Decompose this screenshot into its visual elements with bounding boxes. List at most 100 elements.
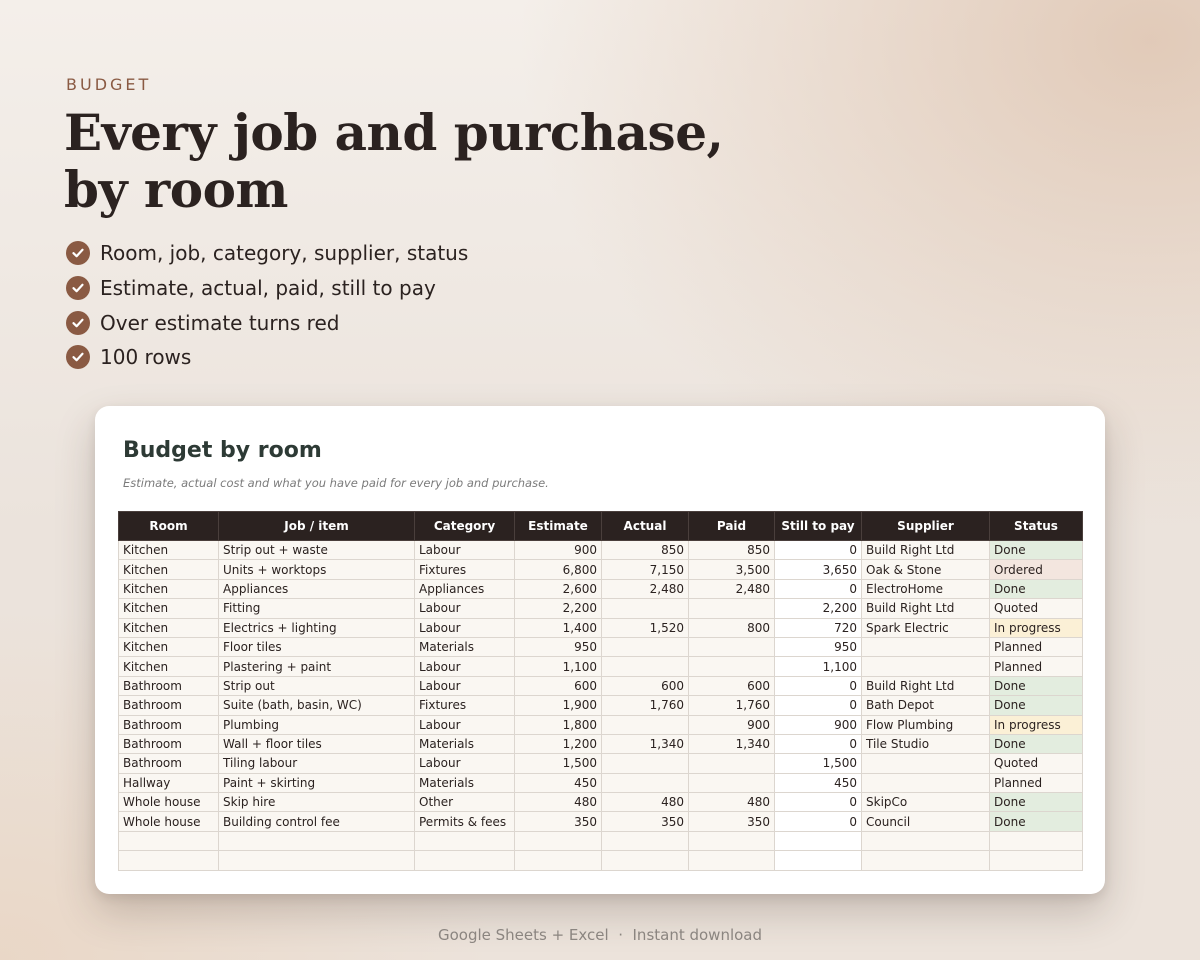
table-cell[interactable]: 1,100: [514, 656, 602, 677]
table-cell[interactable]: 0: [774, 733, 862, 755]
table-cell[interactable]: Bathroom: [118, 733, 219, 755]
table-cell[interactable]: Ordered: [989, 559, 1083, 580]
table-cell[interactable]: [601, 636, 689, 658]
table-cell[interactable]: Kitchen: [118, 539, 219, 561]
table-cell[interactable]: [861, 753, 990, 774]
table-cell[interactable]: Labour: [414, 617, 515, 638]
table-cell[interactable]: 350: [688, 811, 775, 832]
table-cell[interactable]: 1,340: [688, 733, 775, 755]
table-cell[interactable]: Spark Electric: [861, 617, 990, 638]
table-cell[interactable]: Labour: [414, 714, 515, 735]
table-cell[interactable]: 480: [688, 792, 775, 813]
table-cell[interactable]: Wall + floor tiles: [218, 733, 415, 755]
table-cell[interactable]: [601, 830, 689, 852]
table-cell[interactable]: Done: [989, 539, 1083, 561]
table-cell[interactable]: 2,600: [514, 578, 602, 600]
table-cell[interactable]: Build Right Ltd: [861, 675, 990, 697]
table-cell[interactable]: 600: [601, 675, 689, 697]
table-cell[interactable]: 0: [774, 811, 862, 832]
table-cell[interactable]: 2,480: [601, 578, 689, 600]
table-cell[interactable]: Plastering + paint: [218, 656, 415, 677]
column-header[interactable]: Estimate: [514, 511, 602, 541]
table-cell[interactable]: Fitting: [218, 598, 415, 619]
table-cell[interactable]: [774, 850, 862, 871]
table-cell[interactable]: Fixtures: [414, 559, 515, 580]
table-cell[interactable]: [218, 850, 415, 871]
table-cell[interactable]: Bathroom: [118, 675, 219, 697]
table-cell[interactable]: [861, 656, 990, 677]
table-cell[interactable]: 1,520: [601, 617, 689, 638]
table-cell[interactable]: Strip out + waste: [218, 539, 415, 561]
table-cell[interactable]: Floor tiles: [218, 636, 415, 658]
table-cell[interactable]: 900: [774, 714, 862, 735]
table-cell[interactable]: Kitchen: [118, 559, 219, 580]
table-cell[interactable]: Build Right Ltd: [861, 539, 990, 561]
table-cell[interactable]: [218, 830, 415, 852]
table-cell[interactable]: 1,500: [514, 753, 602, 774]
table-cell[interactable]: Planned: [989, 772, 1083, 794]
table-cell[interactable]: Planned: [989, 656, 1083, 677]
table-cell[interactable]: Done: [989, 578, 1083, 600]
table-cell[interactable]: 480: [514, 792, 602, 813]
table-cell[interactable]: Strip out: [218, 675, 415, 697]
table-cell[interactable]: Tile Studio: [861, 733, 990, 755]
column-header[interactable]: Job / item: [218, 511, 415, 541]
table-cell[interactable]: Quoted: [989, 753, 1083, 774]
table-cell[interactable]: Quoted: [989, 598, 1083, 619]
table-cell[interactable]: 1,340: [601, 733, 689, 755]
table-cell[interactable]: 0: [774, 792, 862, 813]
table-cell[interactable]: 1,800: [514, 714, 602, 735]
column-header[interactable]: Category: [414, 511, 515, 541]
table-cell[interactable]: Planned: [989, 636, 1083, 658]
table-cell[interactable]: Labour: [414, 656, 515, 677]
table-cell[interactable]: Whole house: [118, 811, 219, 832]
table-cell[interactable]: Oak & Stone: [861, 559, 990, 580]
table-cell[interactable]: Kitchen: [118, 598, 219, 619]
table-cell[interactable]: 350: [601, 811, 689, 832]
table-cell[interactable]: Kitchen: [118, 617, 219, 638]
table-cell[interactable]: [688, 656, 775, 677]
table-cell[interactable]: Bath Depot: [861, 695, 990, 716]
table-cell[interactable]: [861, 772, 990, 794]
table-cell[interactable]: [601, 656, 689, 677]
table-cell[interactable]: Materials: [414, 772, 515, 794]
table-cell[interactable]: [514, 830, 602, 852]
table-cell[interactable]: [601, 714, 689, 735]
table-cell[interactable]: Flow Plumbing: [861, 714, 990, 735]
table-cell[interactable]: 1,400: [514, 617, 602, 638]
table-cell[interactable]: 0: [774, 578, 862, 600]
table-cell[interactable]: 600: [514, 675, 602, 697]
table-cell[interactable]: 950: [774, 636, 862, 658]
table-cell[interactable]: Kitchen: [118, 578, 219, 600]
table-cell[interactable]: [514, 850, 602, 871]
table-cell[interactable]: [861, 636, 990, 658]
table-cell[interactable]: 950: [514, 636, 602, 658]
column-header[interactable]: Paid: [688, 511, 775, 541]
table-cell[interactable]: Kitchen: [118, 656, 219, 677]
table-cell[interactable]: 0: [774, 695, 862, 716]
table-cell[interactable]: Skip hire: [218, 792, 415, 813]
table-cell[interactable]: 600: [688, 675, 775, 697]
table-cell[interactable]: [774, 830, 862, 852]
table-cell[interactable]: Tiling labour: [218, 753, 415, 774]
table-cell[interactable]: 450: [774, 772, 862, 794]
table-cell[interactable]: Kitchen: [118, 636, 219, 658]
column-header[interactable]: Status: [989, 511, 1083, 541]
table-cell[interactable]: Hallway: [118, 772, 219, 794]
column-header[interactable]: Room: [118, 511, 219, 541]
table-cell[interactable]: Done: [989, 792, 1083, 813]
table-cell[interactable]: Bathroom: [118, 753, 219, 774]
table-cell[interactable]: 1,100: [774, 656, 862, 677]
table-cell[interactable]: 1,200: [514, 733, 602, 755]
table-cell[interactable]: [118, 830, 219, 852]
table-cell[interactable]: [118, 850, 219, 871]
table-cell[interactable]: 1,500: [774, 753, 862, 774]
table-cell[interactable]: [989, 830, 1083, 852]
table-cell[interactable]: [861, 830, 990, 852]
table-cell[interactable]: Suite (bath, basin, WC): [218, 695, 415, 716]
table-cell[interactable]: Materials: [414, 733, 515, 755]
table-cell[interactable]: ElectroHome: [861, 578, 990, 600]
table-cell[interactable]: Bathroom: [118, 714, 219, 735]
column-header[interactable]: Actual: [601, 511, 689, 541]
table-cell[interactable]: [414, 830, 515, 852]
